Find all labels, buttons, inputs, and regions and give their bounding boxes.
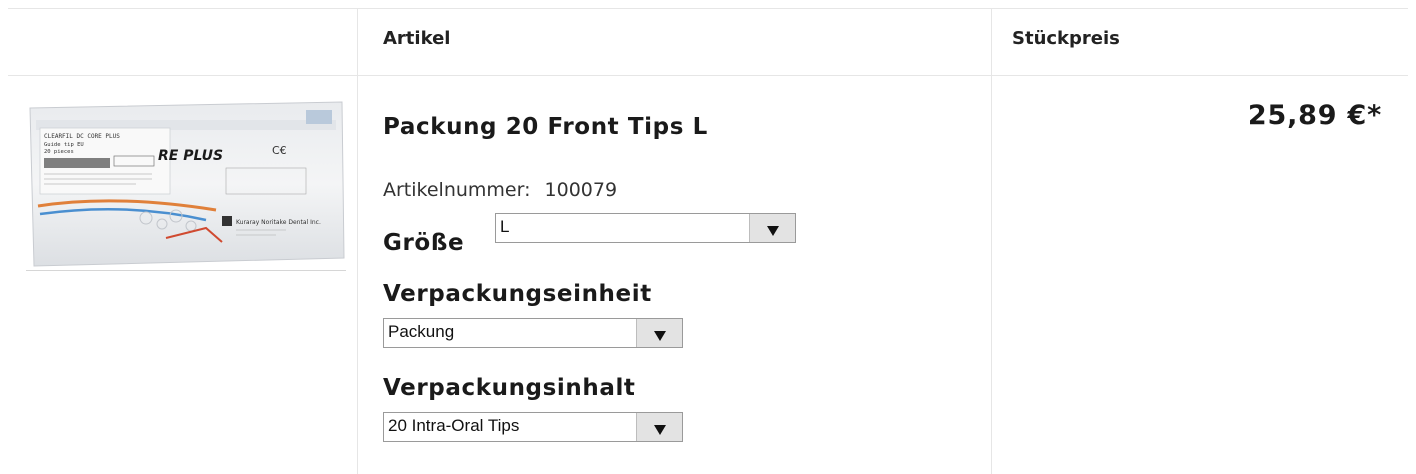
product-image[interactable]: CLEARFIL DC CORE PLUS Guide tip EU 20 pi… [26, 98, 346, 270]
unit-price: 25,89 €* [1247, 100, 1382, 131]
packaging-content-label: Verpackungsinhalt [383, 375, 636, 401]
size-select[interactable]: L [495, 213, 796, 243]
table-top-border [8, 8, 1408, 9]
article-number-value: 100079 [544, 179, 618, 201]
column-divider-2 [991, 8, 992, 474]
header-divider [8, 75, 1408, 76]
packaging-unit-label: Verpackungseinheit [383, 281, 652, 307]
chevron-down-icon [767, 226, 779, 236]
packaging-unit-select-value: Packung [388, 322, 455, 341]
packaging-unit-select-button[interactable] [636, 319, 682, 347]
header-article: Artikel [383, 28, 451, 49]
size-label: Größe [383, 230, 465, 256]
packaging-content-select-button[interactable] [636, 413, 682, 441]
image-text-maker: Kuraray Noritake Dental Inc. [236, 219, 321, 226]
image-text-brand: RE PLUS [158, 148, 223, 164]
chevron-down-icon [654, 331, 666, 341]
cart-table: Artikel Stückpreis CLEARFIL DC CORE PLUS… [8, 8, 1408, 474]
product-title[interactable]: Packung 20 Front Tips L [383, 114, 708, 140]
size-select-value: L [500, 217, 510, 236]
article-number-label: Artikelnummer: [383, 179, 531, 201]
packaging-unit-select[interactable]: Packung [383, 318, 683, 348]
svg-text:C€: C€ [272, 144, 287, 157]
image-text-line3: 20 pieces [44, 149, 74, 155]
chevron-down-icon [654, 425, 666, 435]
packaging-content-select-value: 20 Intra-Oral Tips [388, 416, 520, 435]
column-divider-1 [357, 8, 358, 474]
image-underline [26, 270, 346, 271]
size-select-button[interactable] [749, 214, 795, 242]
header-unit-price: Stückpreis [1012, 28, 1120, 49]
packaging-content-select[interactable]: 20 Intra-Oral Tips [383, 412, 683, 442]
image-text-line2: Guide tip EU [44, 142, 84, 148]
article-number: Artikelnummer: 100079 [383, 179, 617, 201]
image-text-line1: CLEARFIL DC CORE PLUS [44, 133, 120, 140]
